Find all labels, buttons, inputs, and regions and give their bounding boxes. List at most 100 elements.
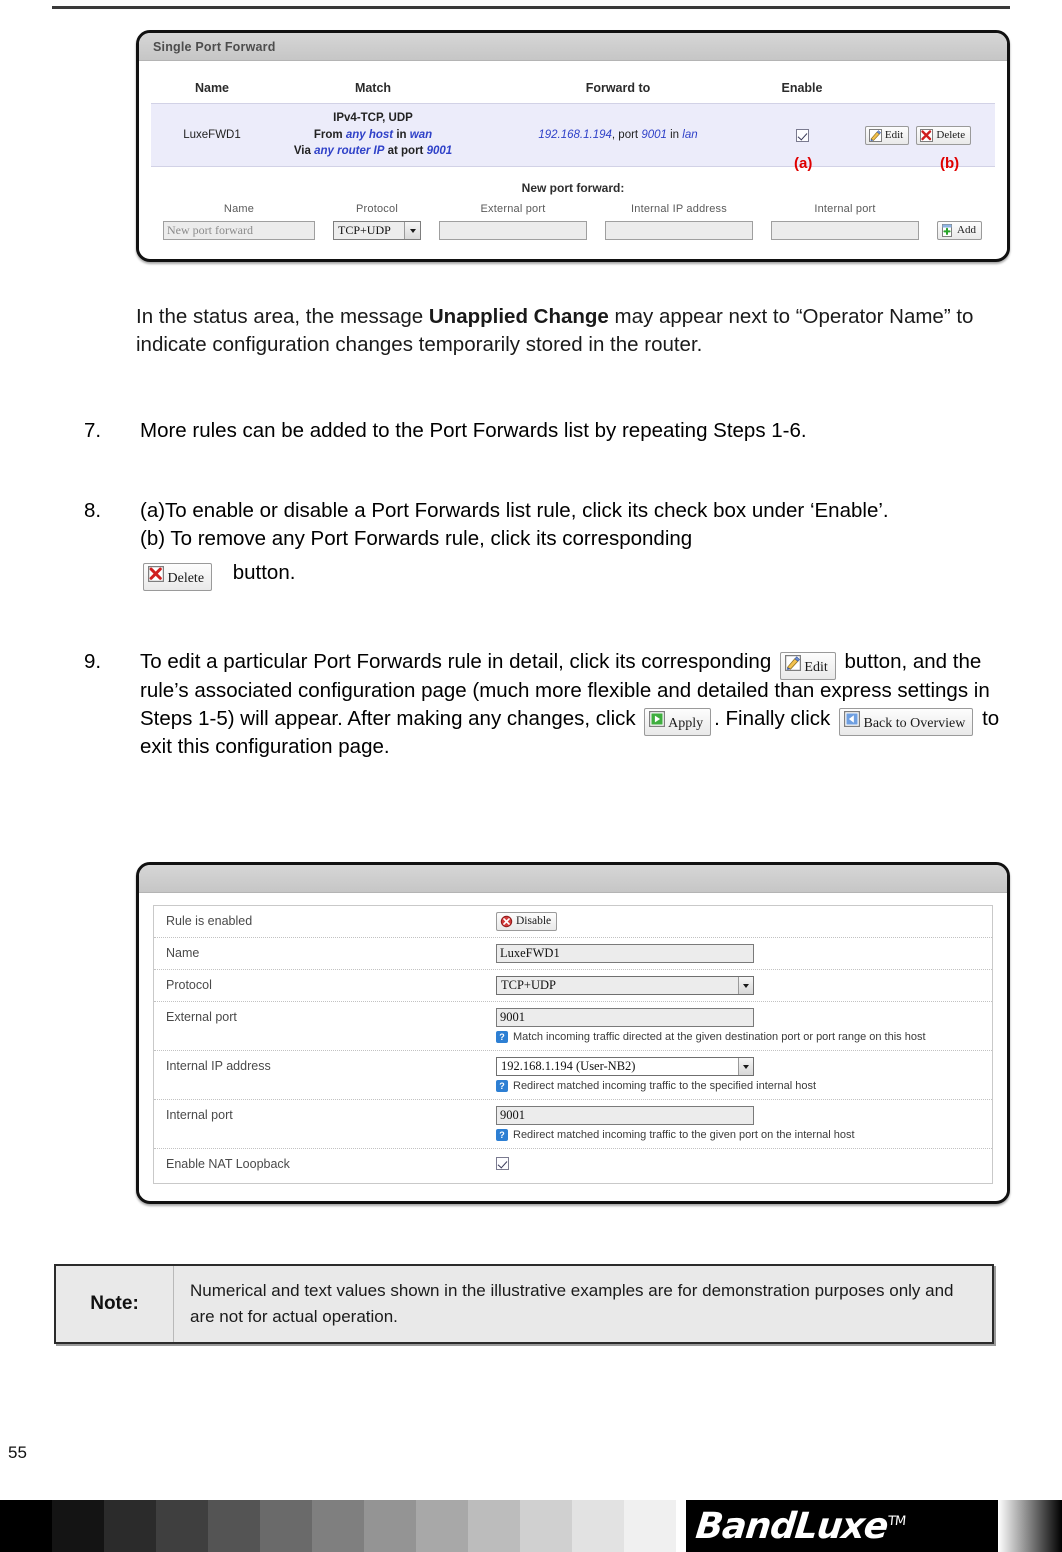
field-label-protocol: Protocol xyxy=(356,203,398,216)
field-label-add-spacer xyxy=(958,203,961,215)
internal-port-hint-text: Redirect matched incoming traffic to the… xyxy=(513,1129,855,1141)
config-label-internal-ip: Internal IP address xyxy=(166,1059,271,1073)
swatch xyxy=(0,1500,52,1552)
swatch xyxy=(520,1500,572,1552)
step-8: 8. (a)To enable or disable a Port Forwar… xyxy=(84,497,1014,591)
field-group-name: Name New port forward xyxy=(163,203,315,241)
brand-logo: BandLuxeTM xyxy=(686,1500,1062,1552)
name-input[interactable]: LuxeFWD1 xyxy=(496,944,754,963)
step-9-body: To edit a particular Port Forwards rule … xyxy=(140,648,1020,761)
swatch xyxy=(208,1500,260,1552)
edit-button[interactable]: Edit xyxy=(864,125,910,145)
cell-actions: Edit Delete xyxy=(841,102,995,168)
step-8-line-c: Delete button. xyxy=(140,559,1000,591)
config-value-nat-loopback xyxy=(496,1155,982,1173)
match-via-at: at port xyxy=(387,145,424,158)
internal-ip-select[interactable]: 192.168.1.194 (User-NB2) xyxy=(496,1057,754,1076)
callout-a: (a) xyxy=(794,155,813,172)
apply-button-inline-label: Apply xyxy=(668,716,704,732)
enable-checkbox[interactable] xyxy=(795,128,809,142)
delete-button-inline[interactable]: Delete xyxy=(143,562,213,591)
swatch xyxy=(52,1500,104,1552)
footer-gradient xyxy=(998,1500,1062,1552)
callout-b: (b) xyxy=(940,155,960,172)
col-header-match: Match xyxy=(273,71,473,104)
swatch xyxy=(104,1500,156,1552)
cell-rule-name: LuxeFWD1 xyxy=(151,102,273,168)
config-value-external-port: 9001 ? Match incoming traffic directed a… xyxy=(496,1008,982,1044)
apply-icon xyxy=(649,711,666,728)
field-group-protocol: Protocol TCP+UDP xyxy=(333,203,421,241)
match-via-router: any router IP xyxy=(314,145,385,158)
config-row-rule-enabled: Rule is enabled Disable xyxy=(154,906,992,938)
apply-button-inline[interactable]: Apply xyxy=(644,708,712,737)
new-port-forward-title: New port forward: xyxy=(521,181,625,196)
config-label-name: Name xyxy=(166,946,200,960)
chevron-down-icon xyxy=(738,1058,753,1075)
internal-ip-hint: ? Redirect matched incoming traffic to t… xyxy=(496,1079,976,1093)
config-label-nat-loopback: Enable NAT Loopback xyxy=(166,1157,290,1171)
swatch xyxy=(260,1500,312,1552)
config-label-external-port: External port xyxy=(166,1010,237,1024)
edit-button-label: Edit xyxy=(884,128,904,141)
field-label-internal-port: Internal port xyxy=(814,203,876,216)
config-row-external-port: External port 9001 ? Match incoming traf… xyxy=(154,1002,992,1051)
disable-icon xyxy=(500,915,513,928)
info-icon: ? xyxy=(496,1080,508,1092)
swatch xyxy=(416,1500,468,1552)
config-row-protocol: Protocol TCP+UDP xyxy=(154,970,992,1002)
field-group-internal-port: Internal port xyxy=(771,203,919,241)
brand-name: BandLuxe xyxy=(693,1505,890,1547)
delete-button-label: Delete xyxy=(936,128,966,141)
new-protocol-value: TCP+UDP xyxy=(338,223,391,238)
back-to-overview-button-inline[interactable]: Back to Overview xyxy=(839,708,974,737)
external-port-input[interactable]: 9001 xyxy=(496,1008,754,1027)
edit-button-inline-label: Edit xyxy=(804,659,828,675)
new-protocol-select[interactable]: TCP+UDP xyxy=(333,221,421,241)
step-9-text-1: To edit a particular Port Forwards rule … xyxy=(140,650,772,673)
delete-button[interactable]: Delete xyxy=(916,125,972,145)
step-9-text-3: . Finally click xyxy=(714,706,831,730)
disable-button[interactable]: Disable xyxy=(496,912,558,931)
field-group-external-port: External port xyxy=(439,203,587,241)
swatch xyxy=(364,1500,416,1552)
page-top-rule xyxy=(52,6,1010,9)
page-number: 55 xyxy=(8,1443,27,1462)
config-label-internal-port: Internal port xyxy=(166,1108,233,1122)
external-port-hint: ? Match incoming traffic directed at the… xyxy=(496,1030,976,1044)
port-forward-detail-panel: Rule is enabled Disable Name LuxeFWD1 Pr… xyxy=(136,862,1010,1204)
step-8-after-delete: button. xyxy=(232,561,296,584)
add-button[interactable]: Add xyxy=(937,221,982,241)
config-value-internal-port: 9001 ? Redirect matched incoming traffic… xyxy=(496,1106,982,1142)
nat-loopback-checkbox[interactable] xyxy=(496,1157,509,1171)
new-name-input[interactable]: New port forward xyxy=(163,221,315,241)
match-from: From any host in wan xyxy=(277,127,469,144)
edit-button-inline[interactable]: Edit xyxy=(779,651,836,680)
back-arrow-icon xyxy=(844,711,860,728)
protocol-select[interactable]: TCP+UDP xyxy=(496,976,754,995)
config-row-nat-loopback: Enable NAT Loopback xyxy=(154,1149,992,1183)
disable-button-label: Disable xyxy=(516,915,552,927)
internal-port-input[interactable]: 9001 xyxy=(496,1106,754,1125)
col-header-forward-to: Forward to xyxy=(473,71,763,104)
intro-part1: In the status area, the message xyxy=(136,305,429,328)
panel-title: Single Port Forward xyxy=(139,33,1007,61)
config-value-protocol: TCP+UDP xyxy=(496,976,982,995)
port-forwards-table: Name Match Forward to Enable LuxeFWD1 IP… xyxy=(151,71,995,168)
chevron-down-icon xyxy=(738,977,753,994)
step-7: 7. More rules can be added to the Port F… xyxy=(84,417,984,445)
config-value-name: LuxeFWD1 xyxy=(496,944,982,963)
edit-icon xyxy=(784,654,801,671)
new-internal-port-input[interactable] xyxy=(771,221,919,241)
new-external-port-input[interactable] xyxy=(439,221,587,241)
internal-port-hint: ? Redirect matched incoming traffic to t… xyxy=(496,1128,976,1142)
swatch xyxy=(468,1500,520,1552)
table-row: LuxeFWD1 IPv4-TCP, UDP From any host in … xyxy=(151,102,995,168)
trademark-symbol: TM xyxy=(887,1513,906,1529)
chevron-down-icon xyxy=(404,222,420,240)
field-label-name: Name xyxy=(223,203,255,216)
step-8-number: 8. xyxy=(84,499,102,522)
forward-port: 9001 xyxy=(641,129,667,141)
new-internal-ip-input[interactable] xyxy=(605,221,753,241)
back-to-overview-label: Back to Overview xyxy=(863,716,966,732)
